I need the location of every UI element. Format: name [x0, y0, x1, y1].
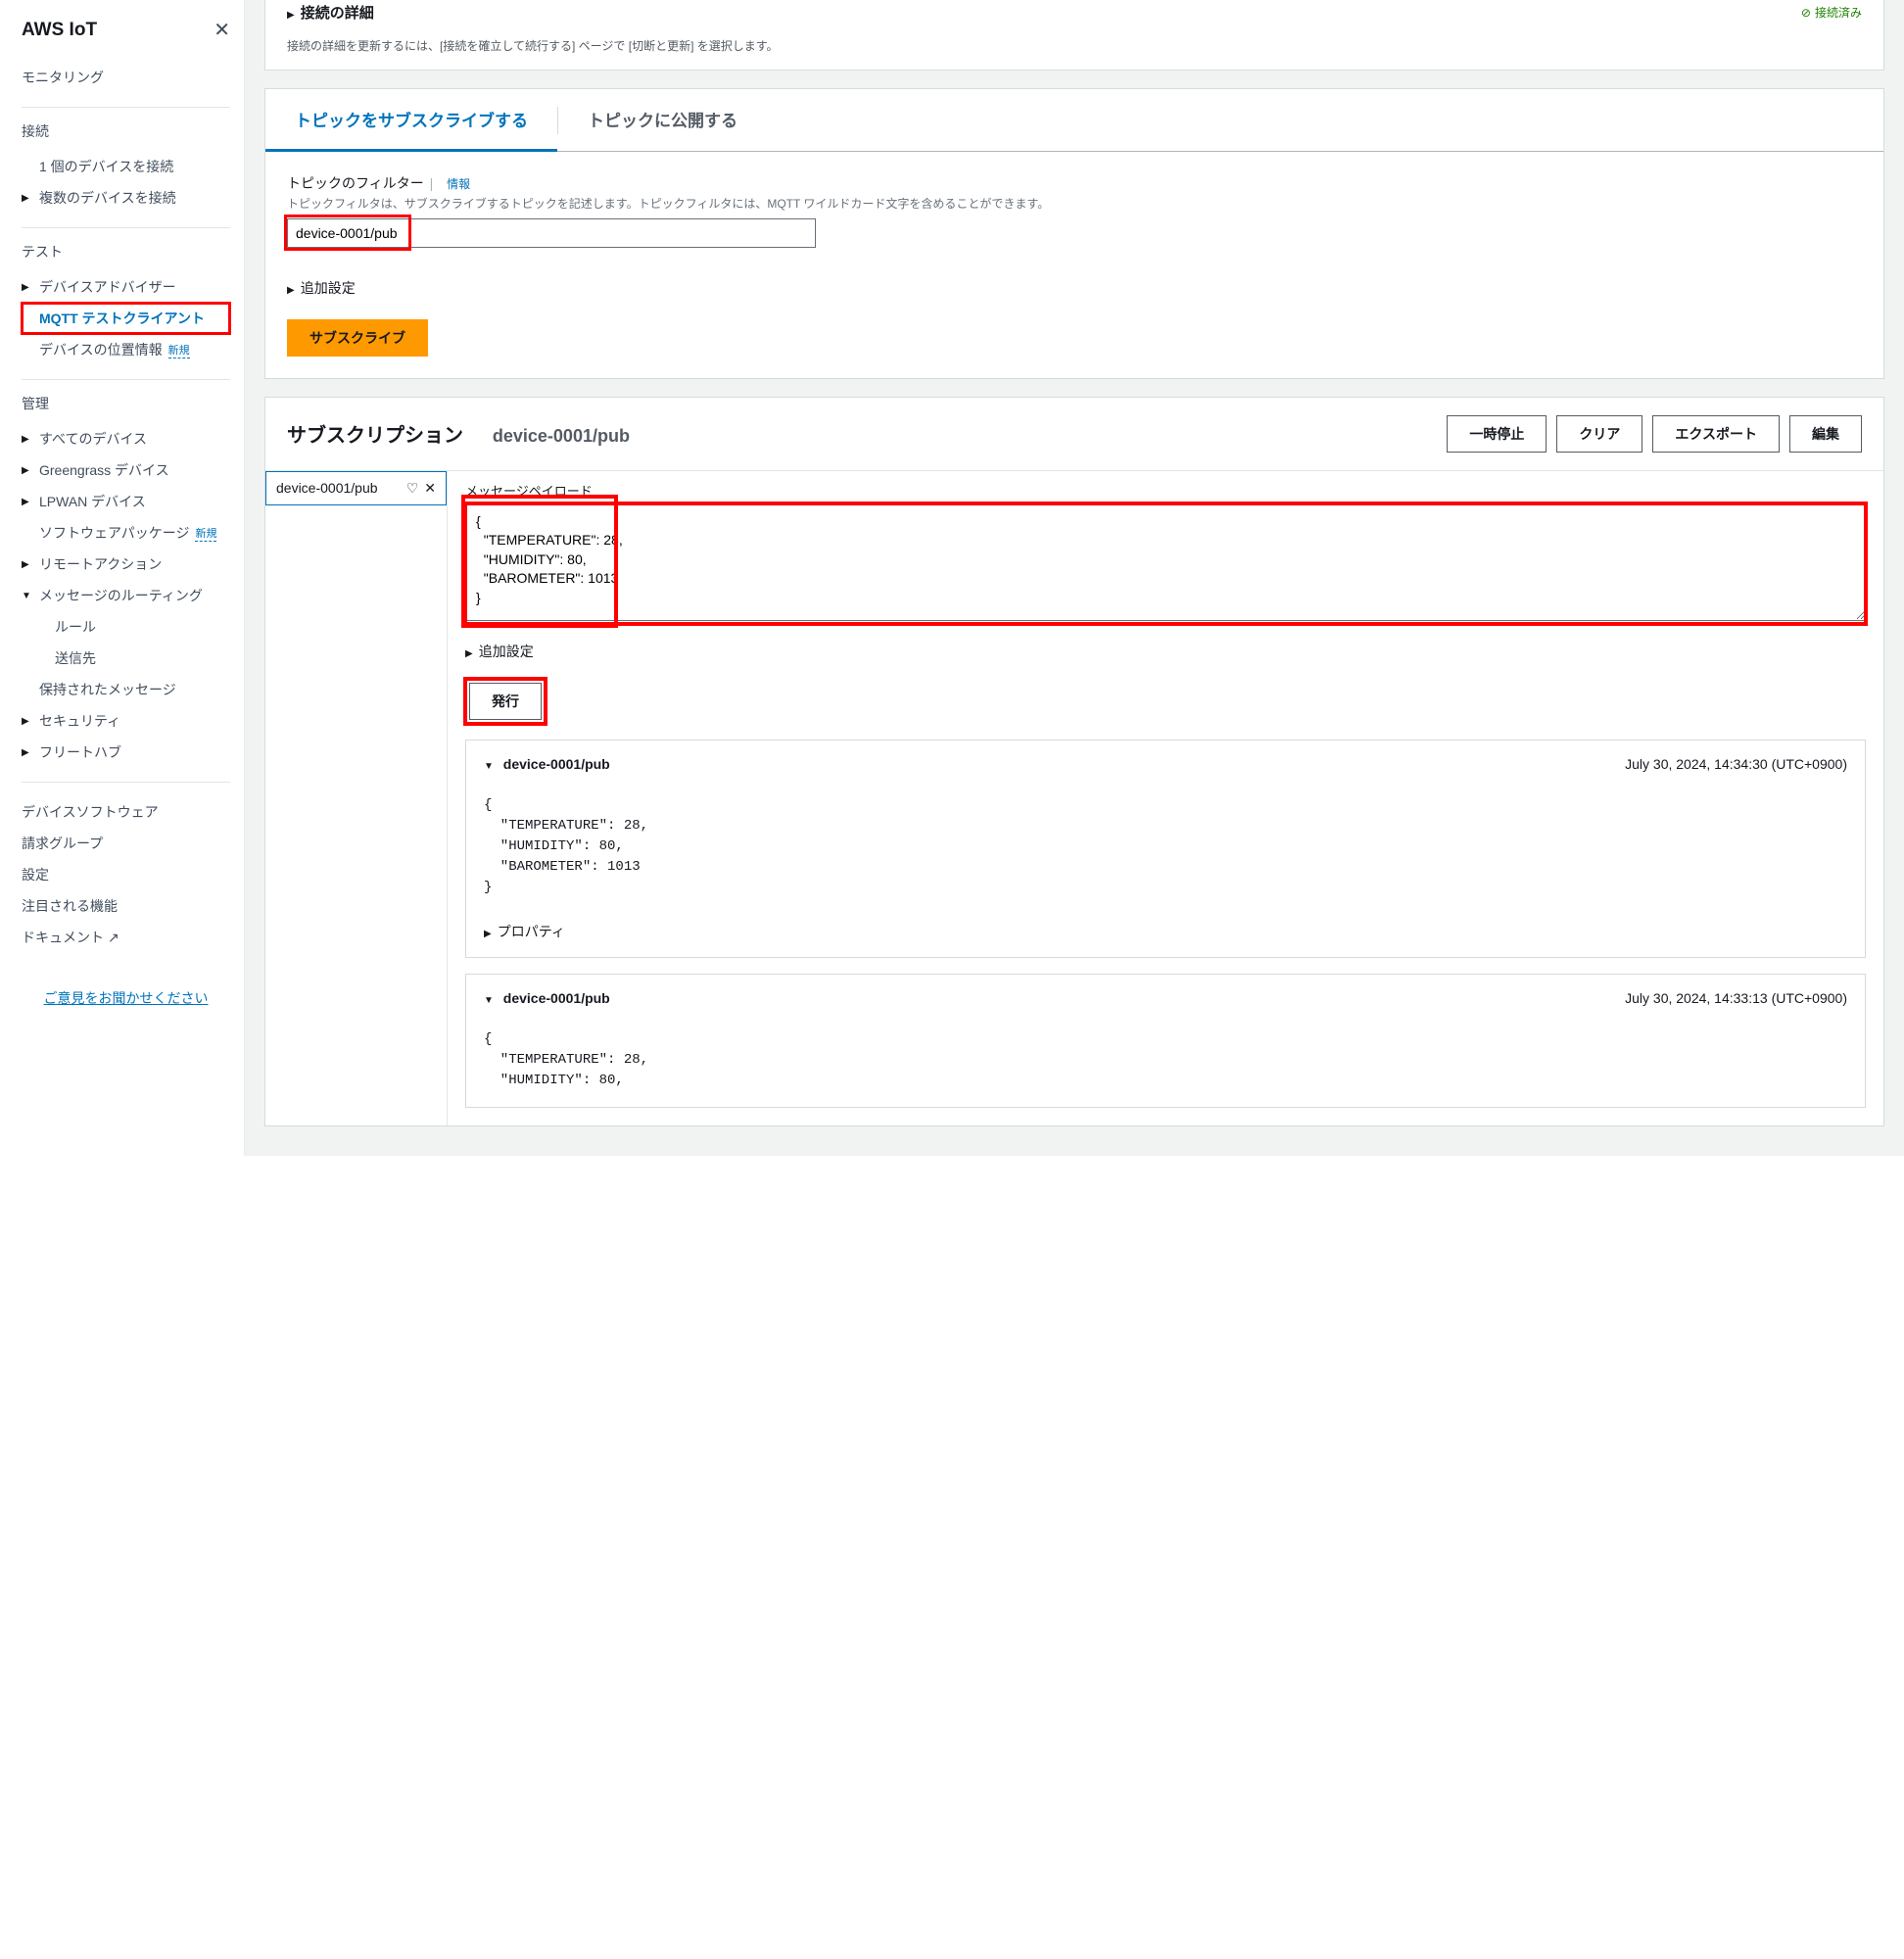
caret-icon[interactable]: [484, 990, 500, 1006]
nav-device-advisor[interactable]: デバイスアドバイザー: [22, 271, 230, 303]
nav-documentation[interactable]: ドキュメント↗: [22, 922, 230, 953]
message-card: device-0001/pub July 30, 2024, 14:33:13 …: [465, 974, 1866, 1108]
payload-highlight: [465, 503, 1866, 624]
topic-filter-label: トピックのフィルター | 情報: [287, 173, 1862, 193]
edit-button[interactable]: 編集: [1789, 415, 1862, 453]
publish-button[interactable]: 発行: [469, 683, 542, 720]
nav-greengrass[interactable]: Greengrass デバイス: [22, 454, 230, 486]
export-button[interactable]: エクスポート: [1652, 415, 1780, 453]
sidebar-title: AWS IoT: [22, 20, 97, 41]
connection-desc: 接続の詳細を更新するには、[接続を確立して続行する] ページで [切断と更新] …: [287, 36, 1883, 56]
sidebar: AWS IoT ✕ モニタリング 接続 1 個のデバイスを接続 複数のデバイスを…: [0, 0, 245, 1156]
subscription-topic: device-0001/pub: [493, 426, 630, 446]
nav-remote-actions[interactable]: リモートアクション: [22, 549, 230, 580]
message-time: July 30, 2024, 14:33:13 (UTC+0900): [1625, 990, 1847, 1006]
external-link-icon: ↗: [108, 930, 119, 946]
nav-billing-groups[interactable]: 請求グループ: [22, 828, 230, 859]
topic-filter-desc: トピックフィルタは、サブスクライブするトピックを記述します。トピックフィルタには…: [287, 195, 1862, 214]
caret-icon: [465, 644, 479, 659]
nav-section-connect: 接続: [22, 121, 230, 141]
nav-retained-messages[interactable]: 保持されたメッセージ: [22, 674, 230, 705]
tab-subscribe[interactable]: トピックをサブスクライブする: [265, 89, 557, 152]
message-topic: device-0001/pub: [503, 990, 610, 1006]
feedback-link[interactable]: ご意見をお聞かせください: [44, 990, 209, 1006]
clear-button[interactable]: クリア: [1556, 415, 1642, 453]
subscription-panel: サブスクリプション device-0001/pub 一時停止 クリア エクスポー…: [264, 397, 1884, 1126]
connection-status: ⊘ 接続済み: [1801, 4, 1862, 21]
caret-icon[interactable]: [287, 5, 301, 21]
connection-panel: 接続の詳細 ⊘ 接続済み 接続の詳細を更新するには、[接続を確立して続行する] …: [264, 0, 1884, 71]
publish-additional-settings[interactable]: 追加設定: [465, 642, 1866, 661]
publish-highlight: 発行: [465, 679, 546, 724]
caret-icon: [484, 924, 498, 939]
caret-icon: [22, 193, 35, 204]
nav-message-routing[interactable]: メッセージのルーティング: [22, 580, 230, 611]
topic-filter-input[interactable]: [287, 218, 816, 248]
close-icon[interactable]: ✕: [424, 480, 436, 497]
nav-destinations[interactable]: 送信先: [22, 643, 230, 674]
subscribe-panel: トピックをサブスクライブする トピックに公開する トピックのフィルター | 情報…: [264, 88, 1884, 378]
connection-title: 接続の詳細: [301, 2, 374, 23]
subscription-title: サブスクリプション: [287, 425, 463, 447]
nav-device-location[interactable]: デバイスの位置情報新規: [22, 334, 230, 365]
close-icon[interactable]: ✕: [214, 18, 230, 42]
caret-icon: [22, 465, 35, 476]
message-time: July 30, 2024, 14:34:30 (UTC+0900): [1625, 756, 1847, 772]
subscribe-button[interactable]: サブスクライブ: [287, 319, 428, 357]
pause-button[interactable]: 一時停止: [1447, 415, 1547, 453]
nav-section-manage: 管理: [22, 394, 230, 413]
check-icon: ⊘: [1801, 6, 1811, 20]
new-badge: 新規: [195, 525, 216, 542]
caret-icon: [22, 591, 35, 601]
main-content: 接続の詳細 ⊘ 接続済み 接続の詳細を更新するには、[接続を確立して続行する] …: [245, 0, 1904, 1156]
nav-fleet-hub[interactable]: フリートハブ: [22, 737, 230, 768]
nav-mqtt-test-client[interactable]: MQTT テストクライアント: [22, 303, 230, 334]
caret-icon[interactable]: [484, 756, 500, 772]
subscription-chip[interactable]: device-0001/pub ♡ ✕: [265, 471, 447, 505]
message-card: device-0001/pub July 30, 2024, 14:34:30 …: [465, 740, 1866, 958]
message-body: { "TEMPERATURE": 28, "HUMIDITY": 80, "BA…: [484, 795, 1847, 898]
nav-monitoring[interactable]: モニタリング: [22, 62, 230, 93]
message-body: { "TEMPERATURE": 28, "HUMIDITY": 80,: [484, 1029, 1847, 1091]
nav-all-devices[interactable]: すべてのデバイス: [22, 423, 230, 454]
subscription-chip-label: device-0001/pub: [276, 480, 378, 496]
nav-lpwan[interactable]: LPWAN デバイス: [22, 486, 230, 517]
new-badge: 新規: [168, 342, 190, 358]
nav-featured[interactable]: 注目される機能: [22, 890, 230, 922]
nav-connect-one[interactable]: 1 個のデバイスを接続: [22, 151, 230, 182]
tab-publish[interactable]: トピックに公開する: [558, 89, 767, 151]
caret-icon: [287, 280, 301, 296]
nav-security[interactable]: セキュリティ: [22, 705, 230, 737]
nav-connect-many[interactable]: 複数のデバイスを接続: [22, 182, 230, 214]
nav-settings[interactable]: 設定: [22, 859, 230, 890]
nav-device-software[interactable]: デバイスソフトウェア: [22, 796, 230, 828]
caret-icon: [22, 282, 35, 293]
caret-icon: [22, 497, 35, 507]
tabs: トピックをサブスクライブする トピックに公開する: [265, 89, 1883, 152]
message-properties[interactable]: プロパティ: [484, 922, 1847, 941]
message-topic: device-0001/pub: [503, 756, 610, 772]
payload-textarea[interactable]: [465, 503, 1866, 621]
caret-icon: [22, 747, 35, 758]
payload-label: メッセージペイロード: [465, 481, 1866, 500]
caret-icon: [22, 716, 35, 727]
caret-icon: [22, 559, 35, 570]
info-link[interactable]: 情報: [447, 177, 470, 191]
subscribe-additional-settings[interactable]: 追加設定: [287, 278, 1862, 298]
nav-rules[interactable]: ルール: [22, 611, 230, 643]
heart-icon[interactable]: ♡: [406, 480, 419, 497]
caret-icon: [22, 434, 35, 445]
nav-software-packages[interactable]: ソフトウェアパッケージ新規: [22, 517, 230, 549]
nav-section-test: テスト: [22, 242, 230, 262]
